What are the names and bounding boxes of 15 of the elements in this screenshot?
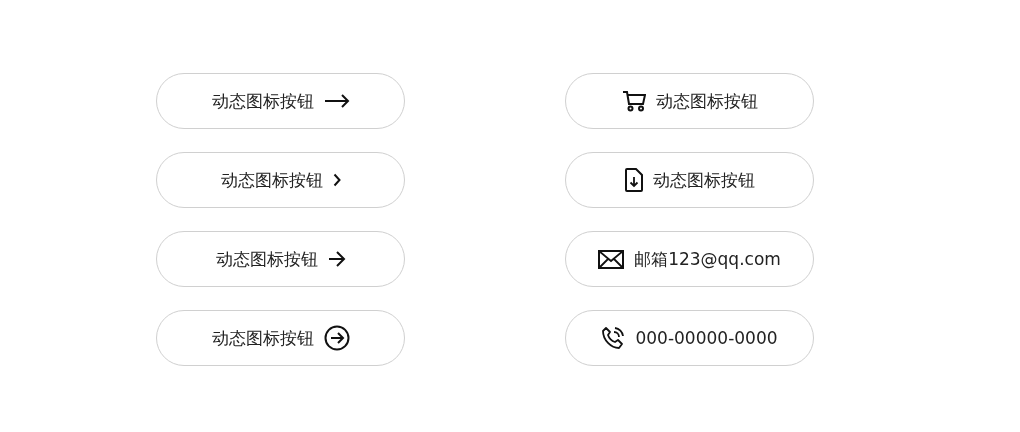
arrow-icon bbox=[323, 94, 350, 108]
icon-button[interactable]: 动态图标按钮 bbox=[565, 73, 814, 129]
icon-button[interactable]: 动态图标按钮 bbox=[156, 73, 405, 129]
icon-button[interactable]: 动态图标按钮 bbox=[156, 310, 405, 366]
icon-button[interactable]: 000-00000-0000 bbox=[565, 310, 814, 366]
icon-button[interactable]: 动态图标按钮 bbox=[156, 152, 405, 208]
phone-icon bbox=[601, 326, 626, 350]
icon-button[interactable]: 动态图标按钮 bbox=[565, 152, 814, 208]
file-download-icon bbox=[624, 168, 643, 192]
arrow-icon bbox=[327, 250, 346, 268]
chevron-icon bbox=[332, 173, 341, 187]
icon-button[interactable]: 动态图标按钮 bbox=[156, 231, 405, 287]
icon-button[interactable]: 邮箱123@qq.com bbox=[565, 231, 814, 287]
envelope-icon bbox=[598, 249, 625, 269]
cart-icon bbox=[621, 90, 646, 112]
